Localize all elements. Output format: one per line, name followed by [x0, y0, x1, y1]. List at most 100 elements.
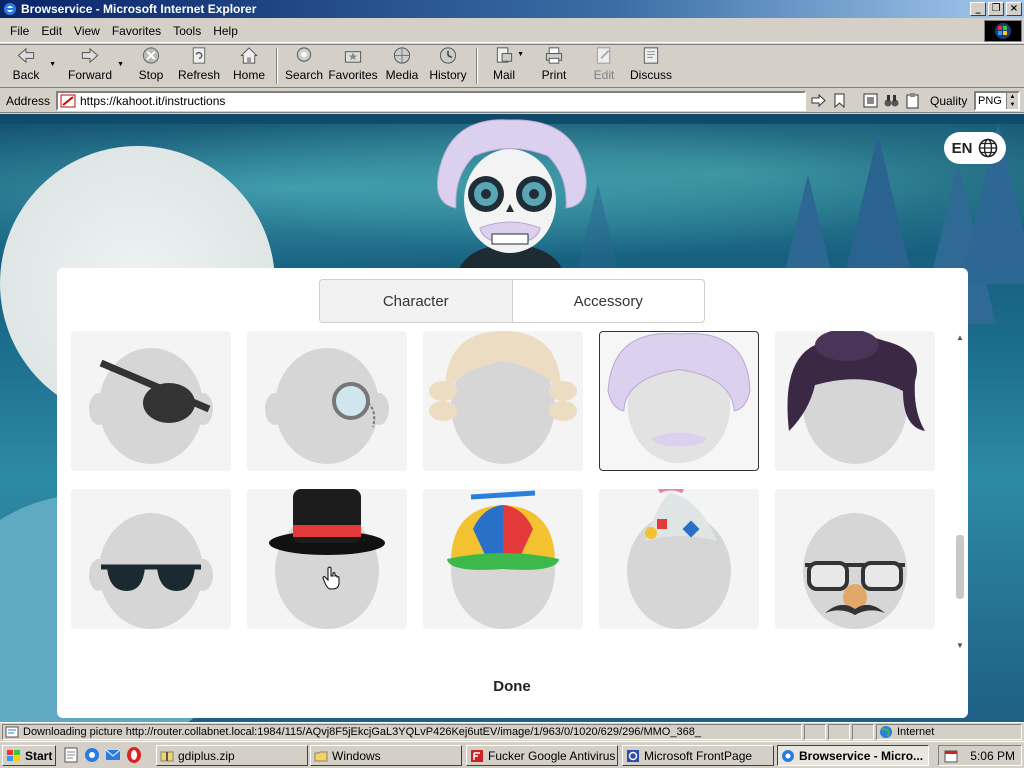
home-button[interactable]: Home	[226, 45, 272, 87]
menu-edit[interactable]: Edit	[35, 22, 68, 40]
quality-select[interactable]: PNG ▲ ▼	[974, 91, 1020, 111]
stop-button[interactable]: Stop	[130, 45, 172, 87]
back-button[interactable]: Back ▼	[4, 45, 56, 87]
status-message: Downloading picture http://router.collab…	[2, 724, 802, 740]
accessory-monocle[interactable]	[247, 331, 407, 471]
task-frontpage[interactable]: Microsoft FrontPage	[622, 745, 774, 766]
accessory-einstein-hair[interactable]	[599, 331, 759, 471]
task-label: Fucker Google Antivirus ...	[488, 748, 618, 763]
outlook-icon[interactable]	[104, 746, 122, 764]
mail-button[interactable]: Mail ▼	[482, 45, 526, 87]
history-clock-icon	[439, 47, 457, 64]
address-url: https://kahoot.it/instructions	[80, 94, 226, 108]
back-dropdown-icon[interactable]: ▼	[49, 61, 56, 68]
task-label: gdiplus.zip	[178, 748, 235, 763]
mail-dropdown-icon[interactable]: ▼	[517, 51, 524, 58]
task-windows[interactable]: Windows	[310, 745, 462, 766]
printer-icon	[545, 47, 563, 64]
accessory-groucho-glasses[interactable]	[775, 489, 935, 629]
scheduler-tray-icon[interactable]	[943, 748, 959, 764]
einstein-hair-icon	[607, 332, 751, 464]
accessory-propeller-cap[interactable]	[423, 489, 583, 629]
status-text: Downloading picture http://router.collab…	[23, 726, 701, 738]
status-pane	[804, 724, 826, 740]
tab-accessory[interactable]: Accessory	[513, 280, 705, 322]
ie-quick-launch-icon[interactable]	[83, 746, 101, 764]
accessory-sunglasses[interactable]	[71, 489, 231, 629]
accessory-eye-patch[interactable]	[71, 331, 231, 471]
media-button[interactable]: Media	[380, 45, 424, 87]
address-label: Address	[6, 93, 51, 108]
menu-help[interactable]: Help	[207, 22, 244, 40]
pompadour-hair-icon	[787, 331, 925, 464]
screenshot-icon[interactable]	[862, 92, 879, 109]
task-gdiplus-zip[interactable]: gdiplus.zip	[156, 745, 308, 766]
forward-button[interactable]: Forward ▼	[64, 45, 124, 87]
task-browservice[interactable]: Browservice - Micro...	[777, 745, 929, 766]
scroll-up-icon[interactable]: ▲	[955, 333, 965, 343]
accessory-scrollbar[interactable]: ▲ ▼	[953, 331, 967, 651]
find-binoculars-icon[interactable]	[883, 92, 900, 109]
stop-label: Stop	[138, 68, 164, 82]
status-pane	[828, 724, 850, 740]
page-loading-icon	[5, 726, 19, 738]
search-button[interactable]: Search	[282, 45, 326, 87]
home-label: Home	[232, 68, 265, 82]
menu-view[interactable]: View	[68, 22, 106, 40]
propeller-cap-icon	[447, 490, 559, 629]
language-selector-button[interactable]: EN	[944, 132, 1006, 164]
bookmark-icon[interactable]	[831, 92, 848, 109]
edit-page-icon	[596, 47, 611, 64]
done-button[interactable]: Done	[462, 672, 562, 700]
print-label: Print	[541, 68, 567, 82]
window-title-bar[interactable]: Browservice - Microsoft Internet Explore…	[0, 0, 1024, 18]
history-button[interactable]: History	[424, 45, 472, 87]
favorites-button[interactable]: Favorites	[326, 45, 380, 87]
menu-bar: File Edit View Favorites Tools Help	[0, 19, 1024, 43]
discuss-button[interactable]: Discuss	[626, 45, 676, 87]
discuss-label: Discuss	[629, 68, 672, 82]
task-antivirus[interactable]: Fucker Google Antivirus ...	[466, 745, 618, 766]
menu-file[interactable]: File	[4, 22, 35, 40]
close-button[interactable]: ×	[1006, 2, 1022, 16]
go-arrow-icon[interactable]	[810, 92, 827, 109]
forward-label: Forward	[67, 68, 112, 82]
start-button[interactable]: Start	[2, 745, 56, 766]
accessory-grid	[71, 331, 951, 651]
tab-character[interactable]: Character	[320, 280, 513, 322]
favorites-folder-icon	[344, 51, 362, 63]
task-label: Browservice - Micro...	[799, 748, 924, 763]
standard-toolbar: Back ▼ Forward ▼ Stop Refresh Home Searc…	[0, 44, 1024, 88]
back-arrow-icon	[17, 47, 35, 64]
clock[interactable]: 5:06 PM	[970, 749, 1015, 763]
quality-spinner-icon[interactable]: ▲ ▼	[1006, 93, 1018, 109]
edit-button[interactable]: Edit	[582, 45, 626, 87]
notepad-icon[interactable]	[62, 746, 80, 764]
internet-explorer-icon	[4, 3, 16, 15]
clipboard-icon[interactable]	[904, 92, 921, 109]
accessory-party-hat[interactable]	[599, 489, 759, 629]
address-input[interactable]: https://kahoot.it/instructions	[56, 91, 806, 111]
forward-dropdown-icon[interactable]: ▼	[117, 61, 124, 68]
accessory-powdered-wig[interactable]	[423, 331, 583, 471]
scroll-down-icon[interactable]: ▼	[955, 641, 965, 651]
page-security-icon	[60, 94, 76, 108]
menu-tools[interactable]: Tools	[167, 22, 207, 40]
menu-favorites[interactable]: Favorites	[106, 22, 167, 40]
system-tray: 5:06 PM	[938, 745, 1022, 766]
accessory-pompadour-hair[interactable]	[775, 331, 935, 471]
scrollbar-thumb[interactable]	[956, 535, 964, 599]
accessory-top-hat[interactable]	[247, 489, 407, 629]
history-label: History	[429, 68, 467, 82]
print-button[interactable]: Print	[526, 45, 582, 87]
opera-icon[interactable]	[125, 746, 143, 764]
refresh-button[interactable]: Refresh	[172, 45, 226, 87]
party-hat-icon	[627, 489, 731, 629]
quality-label: Quality	[930, 94, 968, 108]
home-icon	[240, 47, 258, 64]
maximize-button[interactable]: ❐	[988, 2, 1004, 16]
ie-task-icon	[782, 749, 794, 762]
search-label: Search	[284, 68, 324, 82]
windows-flag-icon	[995, 23, 1011, 39]
minimize-button[interactable]: _	[970, 2, 986, 16]
